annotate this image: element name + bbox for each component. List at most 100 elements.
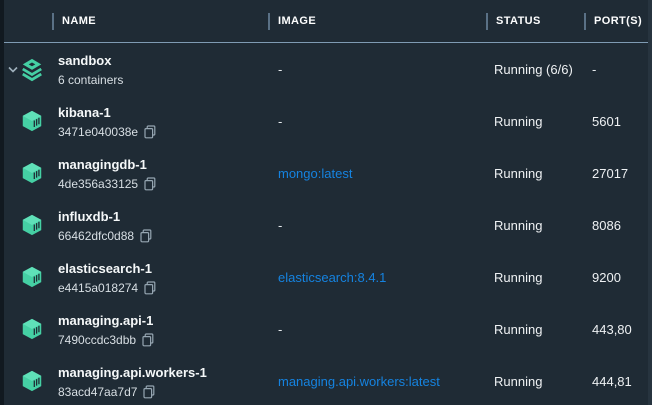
copy-icon[interactable]	[144, 281, 156, 295]
image-name: -	[278, 62, 282, 77]
container-id: 4de356a33125	[58, 177, 138, 192]
status-text: Running	[494, 270, 542, 285]
status-cell: Running	[486, 374, 584, 389]
container-name: elasticsearch-1	[58, 261, 152, 276]
column-divider	[584, 13, 586, 30]
image-cell: mongo:latest	[268, 166, 486, 181]
column-divider	[52, 13, 54, 30]
container-id: e4415a018274	[58, 281, 138, 296]
table-header-row: NAME IMAGE STATUS PORT(S)	[0, 0, 652, 43]
ports-text: 443,80	[592, 322, 632, 337]
table-row[interactable]: managing.api-1 7490ccdc3dbb - Running 44…	[0, 303, 652, 355]
container-id: 6 containers	[58, 73, 123, 88]
column-header-image: IMAGE	[268, 0, 486, 42]
name-text: sandbox 6 containers	[58, 51, 123, 88]
image-link[interactable]: mongo:latest	[278, 166, 352, 181]
chevron-down-icon[interactable]	[6, 66, 20, 73]
name-cell: kibana-1 3471e040038e	[0, 95, 268, 147]
image-link[interactable]: managing.api.workers:latest	[278, 374, 440, 389]
ports-cell: 5601	[584, 114, 652, 129]
container-cube-icon	[20, 317, 44, 341]
image-name: -	[278, 322, 282, 337]
status-text: Running	[494, 322, 542, 337]
container-id: 83acd47aa7d7	[58, 385, 137, 400]
container-name: managingdb-1	[58, 157, 147, 172]
copy-icon[interactable]	[144, 125, 156, 139]
left-edge-divider	[0, 0, 4, 405]
status-cell: Running	[486, 114, 584, 129]
image-name: -	[278, 114, 282, 129]
image-name: -	[278, 218, 282, 233]
name-text: kibana-1 3471e040038e	[58, 103, 156, 140]
copy-icon[interactable]	[140, 229, 152, 243]
ports-text: 444,81	[592, 374, 632, 389]
container-name: managing.api-1	[58, 313, 153, 328]
status-text: Running	[494, 374, 542, 389]
status-text: Running (6/6)	[494, 62, 573, 77]
container-id: 3471e040038e	[58, 125, 138, 140]
table-row[interactable]: kibana-1 3471e040038e - Running 5601	[0, 95, 652, 147]
ports-text: 9200	[592, 270, 621, 285]
container-cube-icon	[20, 109, 44, 133]
name-cell: managing.api.workers-1 83acd47aa7d7	[0, 355, 268, 405]
table-body: sandbox 6 containers - Running (6/6) - k…	[0, 43, 652, 405]
container-name: kibana-1	[58, 105, 111, 120]
status-text: Running	[494, 166, 542, 181]
column-header-label: STATUS	[496, 15, 541, 27]
table-row[interactable]: sandbox 6 containers - Running (6/6) -	[0, 43, 652, 95]
name-cell: influxdb-1 66462dfc0d88	[0, 199, 268, 251]
container-cube-icon	[20, 161, 44, 185]
compose-stack-icon	[20, 57, 44, 81]
copy-icon[interactable]	[144, 177, 156, 191]
container-name: managing.api.workers-1	[58, 365, 207, 380]
status-cell: Running (6/6)	[486, 62, 584, 77]
image-cell: elasticsearch:8.4.1	[268, 270, 486, 285]
image-cell: -	[268, 62, 486, 77]
table-row[interactable]: managing.api.workers-1 83acd47aa7d7 mana…	[0, 355, 652, 405]
name-text: managing.api-1 7490ccdc3dbb	[58, 311, 154, 348]
container-name: sandbox	[58, 53, 111, 68]
column-header-name: NAME	[0, 0, 268, 42]
table-row[interactable]: influxdb-1 66462dfc0d88 - Running 8086	[0, 199, 652, 251]
image-cell: managing.api.workers:latest	[268, 374, 486, 389]
containers-table: NAME IMAGE STATUS PORT(S) sandbox 6 cont…	[0, 0, 652, 405]
column-header-label: PORT(S)	[594, 15, 642, 27]
container-id: 7490ccdc3dbb	[58, 333, 136, 348]
name-text: elasticsearch-1 e4415a018274	[58, 259, 156, 296]
column-header-label: NAME	[62, 15, 96, 27]
copy-icon[interactable]	[142, 333, 154, 347]
status-cell: Running	[486, 322, 584, 337]
container-cube-icon	[20, 213, 44, 237]
image-cell: -	[268, 322, 486, 337]
container-id: 66462dfc0d88	[58, 229, 134, 244]
container-cube-icon	[20, 369, 44, 393]
ports-text: 8086	[592, 218, 621, 233]
ports-cell: -	[584, 62, 652, 77]
status-cell: Running	[486, 166, 584, 181]
ports-text: 27017	[592, 166, 628, 181]
table-row[interactable]: managingdb-1 4de356a33125 mongo:latest R…	[0, 147, 652, 199]
status-cell: Running	[486, 270, 584, 285]
column-divider	[268, 13, 270, 30]
scrollbar-track[interactable]	[648, 0, 652, 405]
name-cell: managingdb-1 4de356a33125	[0, 147, 268, 199]
image-cell: -	[268, 218, 486, 233]
image-link[interactable]: elasticsearch:8.4.1	[278, 270, 386, 285]
name-text: managingdb-1 4de356a33125	[58, 155, 156, 192]
copy-icon[interactable]	[143, 385, 155, 399]
name-cell: managing.api-1 7490ccdc3dbb	[0, 303, 268, 355]
container-cube-icon	[20, 265, 44, 289]
column-header-status: STATUS	[486, 0, 584, 42]
ports-text: -	[592, 62, 596, 77]
table-row[interactable]: elasticsearch-1 e4415a018274 elasticsear…	[0, 251, 652, 303]
ports-cell: 9200	[584, 270, 652, 285]
ports-cell: 27017	[584, 166, 652, 181]
status-text: Running	[494, 114, 542, 129]
name-text: managing.api.workers-1 83acd47aa7d7	[58, 363, 207, 400]
ports-cell: 8086	[584, 218, 652, 233]
ports-cell: 443,80	[584, 322, 652, 337]
image-cell: -	[268, 114, 486, 129]
container-name: influxdb-1	[58, 209, 120, 224]
column-header-label: IMAGE	[278, 15, 316, 27]
column-divider	[486, 13, 488, 30]
